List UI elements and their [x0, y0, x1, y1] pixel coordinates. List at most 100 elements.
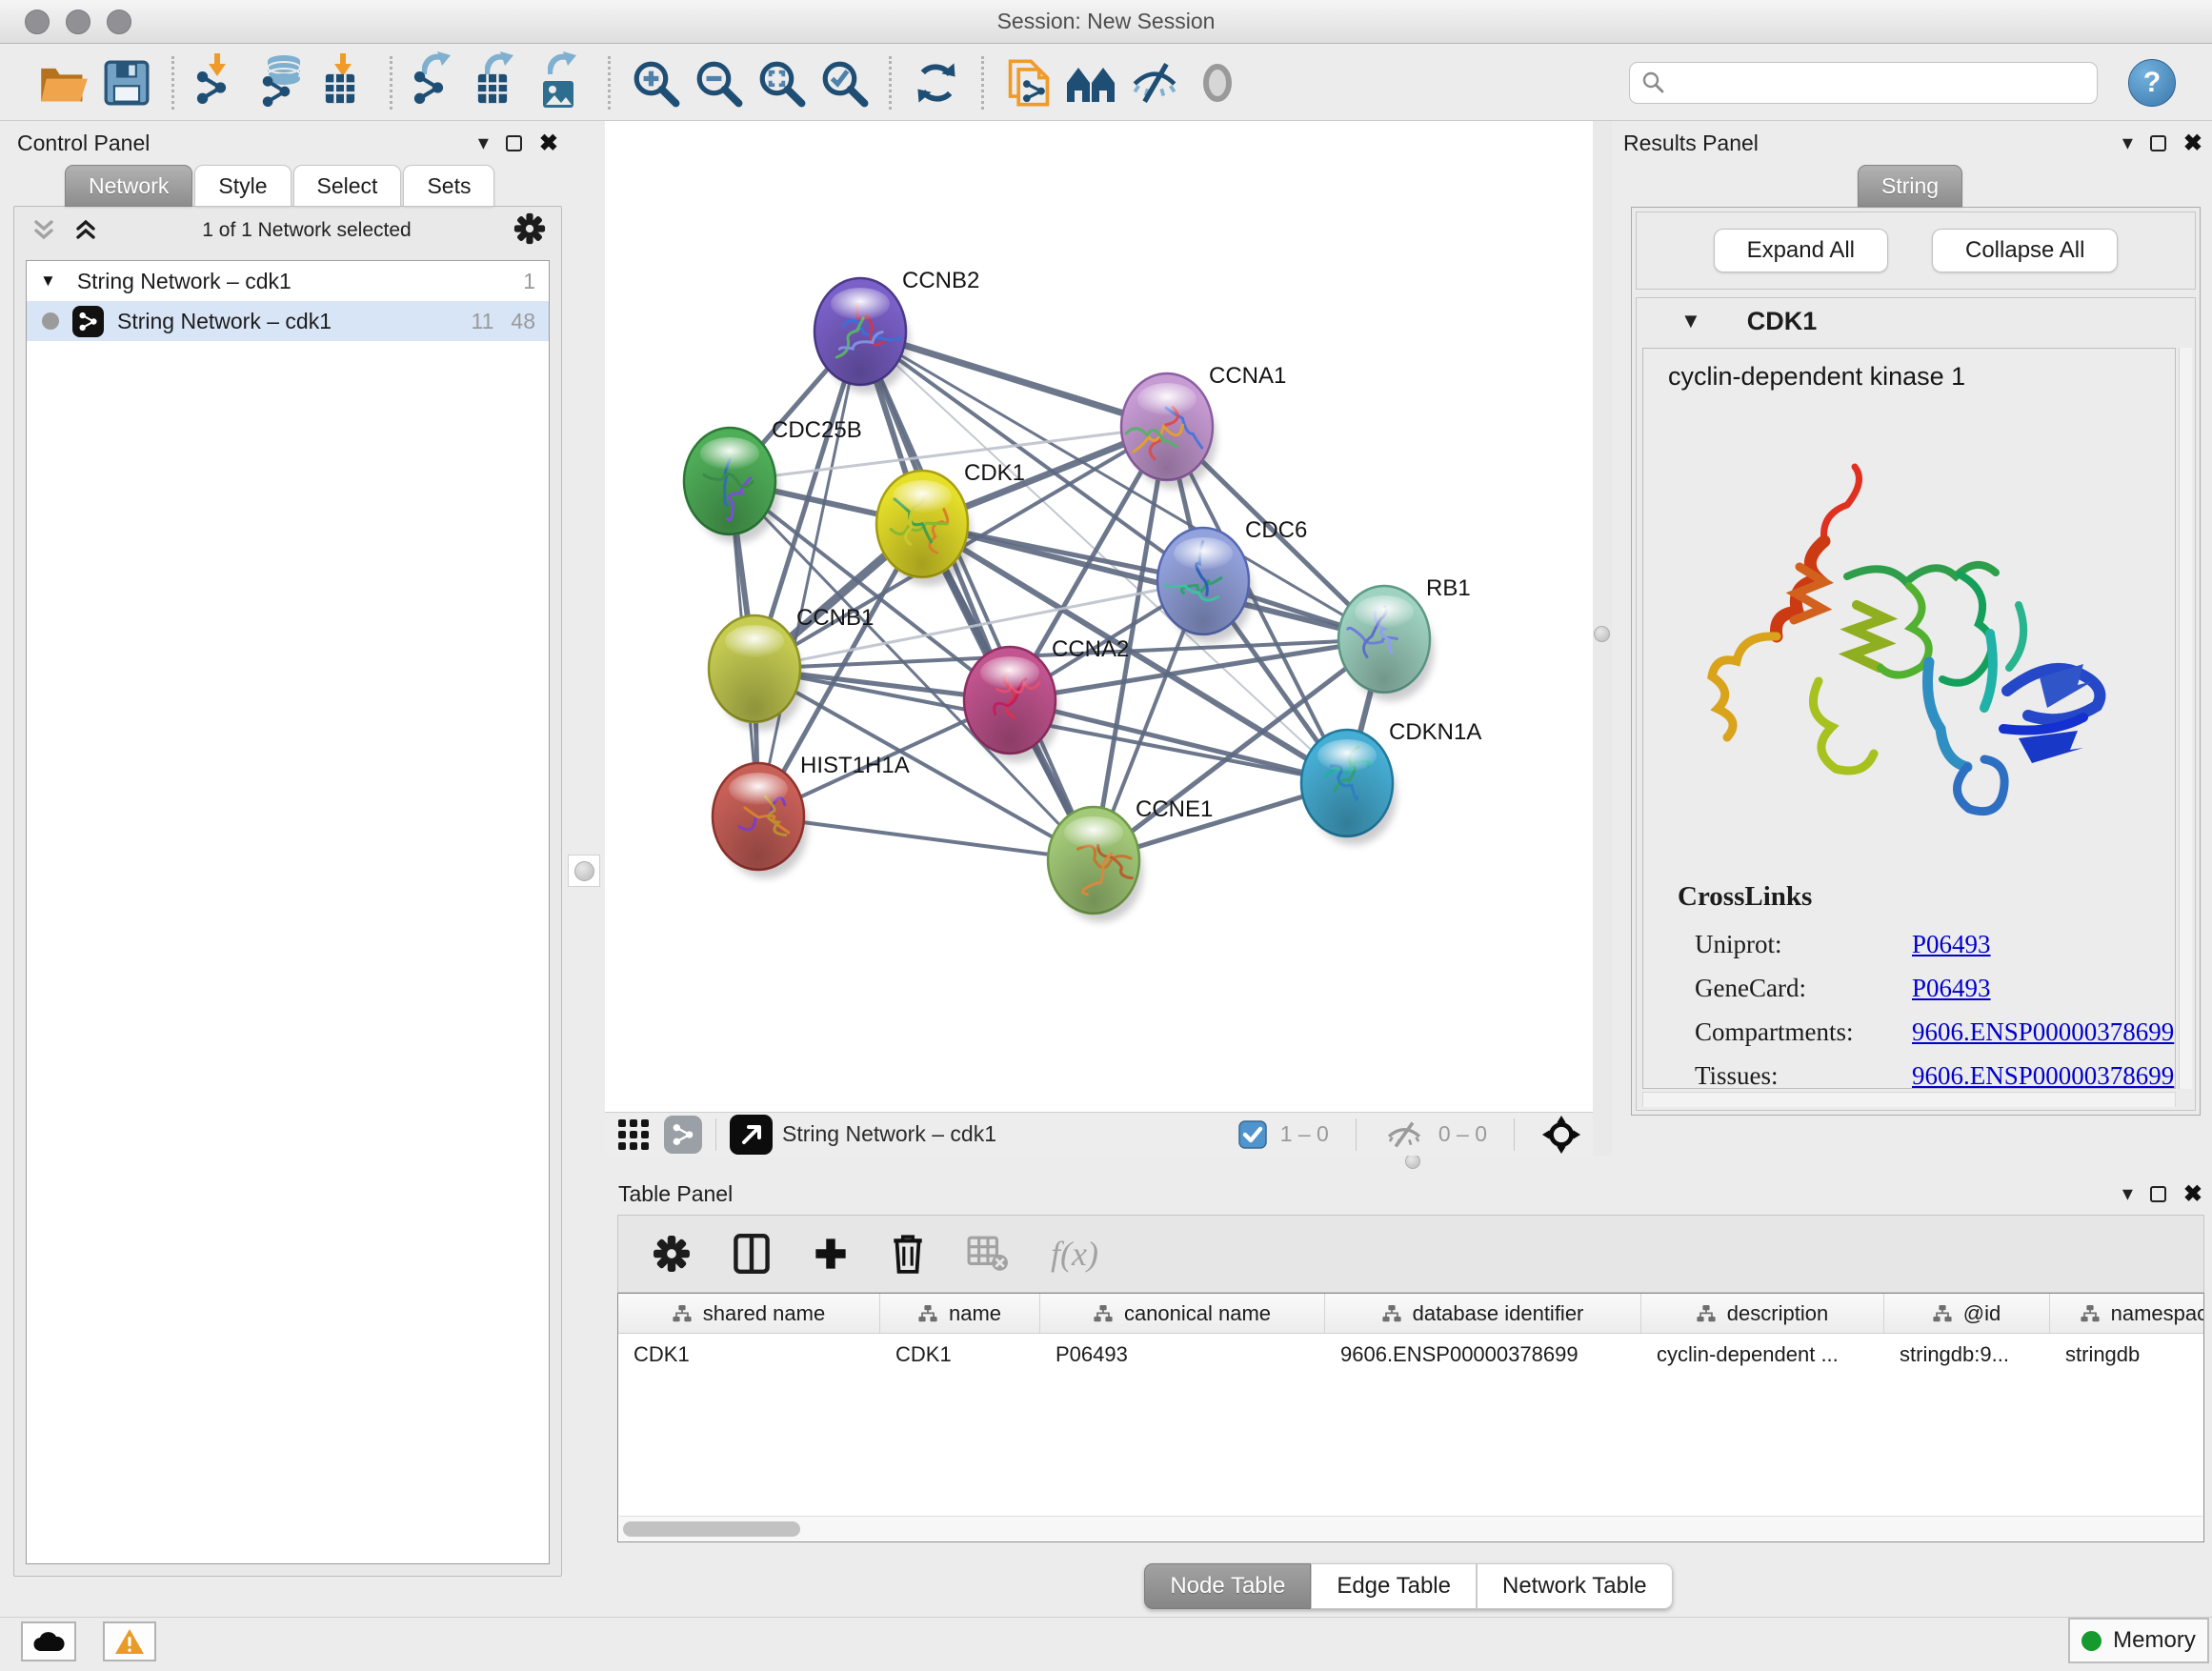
network-node-RB1[interactable]: RB1: [1338, 575, 1471, 701]
network-node-HIST1H1A[interactable]: HIST1H1A: [713, 753, 910, 878]
column-header-canonical-name[interactable]: canonical name: [1040, 1294, 1325, 1333]
column-header-description[interactable]: description: [1641, 1294, 1884, 1333]
network-node-CDKN1A[interactable]: CDKN1A: [1301, 719, 1481, 845]
crosslink-link[interactable]: 9606.ENSP00000378699: [1912, 1061, 2174, 1090]
network-row[interactable]: String Network – cdk1 11 48: [27, 301, 549, 341]
clone-network-button[interactable]: [997, 53, 1060, 112]
zoom-selected-button[interactable]: [813, 53, 875, 112]
right-splitter[interactable]: [1593, 121, 1612, 1156]
table-cell: stringdb:9...: [1884, 1342, 2050, 1367]
tree-expand-icon[interactable]: ▼: [40, 272, 56, 291]
collapse-networks-icon[interactable]: [71, 216, 100, 245]
tab-edge-table[interactable]: Edge Table: [1311, 1563, 1477, 1609]
splitter-handle[interactable]: [568, 855, 600, 887]
column-header-shared-name[interactable]: shared name: [618, 1294, 880, 1333]
memory-button[interactable]: Memory: [2068, 1618, 2209, 1663]
grid-view-icon[interactable]: [616, 1117, 651, 1152]
table-settings-button[interactable]: [653, 1235, 691, 1273]
tab-network-table[interactable]: Network Table: [1477, 1563, 1673, 1609]
export-table-button[interactable]: [469, 53, 532, 112]
export-image-button[interactable]: [532, 53, 594, 112]
refresh-button[interactable]: [905, 53, 968, 112]
crosslinks-title: CrossLinks: [1678, 881, 2175, 913]
selected-checkbox-icon[interactable]: [1238, 1120, 1267, 1149]
bottom-splitter[interactable]: [605, 1156, 2212, 1169]
panel-float-icon[interactable]: [2150, 135, 2166, 151]
splitter-handle[interactable]: [1405, 1154, 1420, 1169]
edge-count: 48: [511, 309, 535, 334]
column-header--id[interactable]: @id: [1884, 1294, 2050, 1333]
column-header-namespace[interactable]: namespace: [2050, 1294, 2204, 1333]
zoom-out-button[interactable]: [687, 53, 750, 112]
network-node-CCNA1[interactable]: CCNA1: [1121, 363, 1286, 489]
gene-description: cyclin-dependent kinase 1: [1643, 349, 2175, 392]
save-session-button[interactable]: [95, 53, 158, 112]
delete-column-button[interactable]: [891, 1234, 925, 1274]
tab-select[interactable]: Select: [293, 165, 402, 207]
network-view-icon[interactable]: [664, 1116, 702, 1154]
network-edge-HIST1H1A-CCNE1[interactable]: [758, 816, 1094, 860]
results-scrollbar[interactable]: [2179, 348, 2192, 1089]
network-graph[interactable]: CCNB2CCNA1CDC25BCDK1CDC6RB1CCNB1CCNA2CDK…: [605, 121, 1593, 1112]
gene-section-header[interactable]: ▼ CDK1: [1637, 298, 2195, 344]
add-column-button[interactable]: [813, 1236, 849, 1272]
first-neighbors-button[interactable]: [1060, 53, 1123, 112]
detach-view-icon[interactable]: [730, 1115, 773, 1155]
warnings-button[interactable]: [103, 1621, 156, 1661]
panel-menu-icon[interactable]: ▾: [2122, 1181, 2133, 1206]
panel-float-icon[interactable]: [2150, 1186, 2166, 1202]
crosslink-link[interactable]: P06493: [1912, 974, 1991, 1003]
zoom-in-button[interactable]: [624, 53, 687, 112]
crosslink-link[interactable]: P06493: [1912, 930, 1991, 959]
panel-menu-icon[interactable]: ▾: [478, 131, 489, 155]
birdseye-crosshair-icon[interactable]: [1541, 1115, 1581, 1155]
panel-close-icon[interactable]: ✖: [2183, 1180, 2202, 1208]
cloud-status-button[interactable]: [21, 1621, 76, 1661]
node-table[interactable]: shared name name canonical name database…: [617, 1293, 2204, 1542]
panel-close-icon[interactable]: ✖: [2183, 130, 2202, 157]
section-collapse-icon[interactable]: ▼: [1680, 309, 1701, 333]
table-hscrollbar[interactable]: [619, 1516, 2202, 1540]
tab-sets[interactable]: Sets: [403, 165, 494, 207]
import-network-button[interactable]: [188, 53, 251, 112]
tab-string[interactable]: String: [1858, 165, 1962, 207]
network-collection-row[interactable]: ▼ String Network – cdk1 1: [27, 261, 549, 301]
show-columns-button[interactable]: [733, 1234, 771, 1274]
network-node-CCNB1[interactable]: CCNB1: [709, 605, 874, 731]
splitter-handle[interactable]: [1594, 626, 1610, 642]
column-header-name[interactable]: name: [880, 1294, 1040, 1333]
help-button[interactable]: ?: [2128, 59, 2176, 107]
column-label: shared name: [703, 1301, 825, 1326]
panel-menu-icon[interactable]: ▾: [2122, 131, 2133, 155]
search-input[interactable]: [1666, 65, 2085, 101]
show-all-button[interactable]: [1186, 53, 1249, 112]
scrollbar-thumb[interactable]: [623, 1521, 800, 1537]
network-edge-CCNB2-CCNE1[interactable]: [860, 332, 1094, 860]
expand-all-button[interactable]: Expand All: [1714, 229, 1888, 272]
panel-close-icon[interactable]: ✖: [539, 130, 558, 157]
tab-node-table[interactable]: Node Table: [1144, 1563, 1311, 1609]
zoom-fit-button[interactable]: [750, 53, 813, 112]
import-table-button[interactable]: [313, 53, 376, 112]
export-network-button[interactable]: [406, 53, 469, 112]
table-row[interactable]: CDK1CDK1P064939606.ENSP00000378699cyclin…: [618, 1334, 2203, 1376]
tab-style[interactable]: Style: [194, 165, 291, 207]
network-node-CCNB2[interactable]: CCNB2: [814, 268, 979, 393]
crosslink-link[interactable]: 9606.ENSP00000378699: [1912, 1017, 2174, 1047]
network-edge-CCNB2-HIST1H1A[interactable]: [758, 332, 860, 816]
search-field[interactable]: [1629, 62, 2098, 104]
network-canvas[interactable]: CCNB2CCNA1CDC25BCDK1CDC6RB1CCNB1CCNA2CDK…: [605, 121, 1593, 1112]
column-header-database-identifier[interactable]: database identifier: [1325, 1294, 1641, 1333]
results-hscrollbar[interactable]: [1642, 1092, 2176, 1107]
open-session-button[interactable]: [32, 53, 95, 112]
panel-float-icon[interactable]: [506, 135, 522, 151]
left-splitter[interactable]: [564, 121, 605, 1617]
collapse-all-button[interactable]: Collapse All: [1932, 229, 2118, 272]
network-node-CCNE1[interactable]: CCNE1: [1048, 796, 1213, 922]
expand-networks-icon[interactable]: [30, 216, 58, 245]
network-options-gear-icon[interactable]: [513, 212, 546, 250]
import-database-button[interactable]: [251, 53, 313, 112]
node-label-CDKN1A: CDKN1A: [1389, 719, 1481, 745]
tab-network[interactable]: Network: [65, 165, 192, 207]
hide-selected-button[interactable]: [1123, 53, 1186, 112]
